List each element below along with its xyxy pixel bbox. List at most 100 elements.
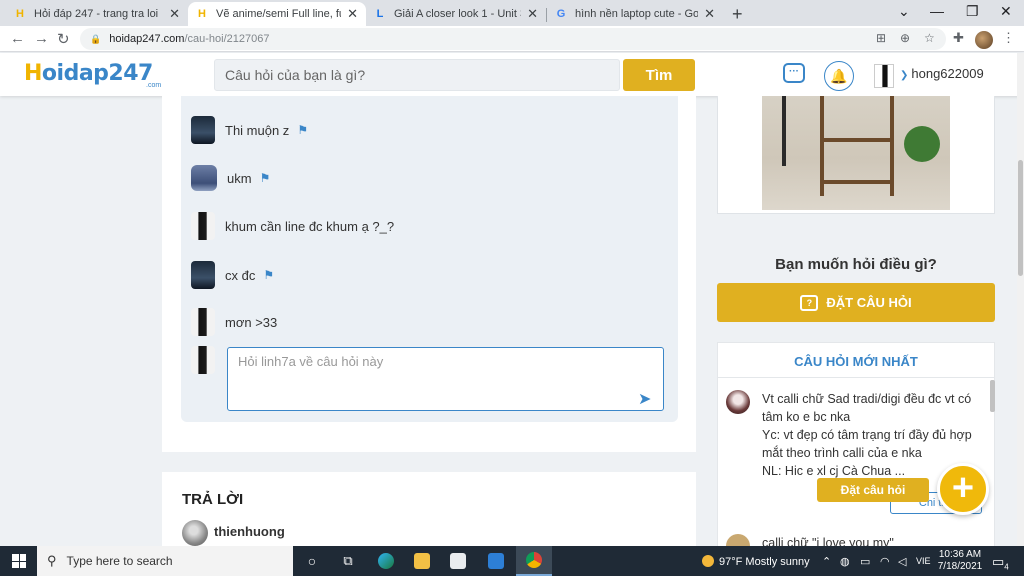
zoom-icon[interactable]: ⊕ [900, 31, 910, 45]
comment-item: Thi muộn z ⚑ [191, 116, 308, 144]
ask-button-label: ĐẶT CÂU HỎI [826, 295, 912, 310]
floating-ask-label[interactable]: Đặt câu hỏi [817, 478, 929, 502]
taskbar-search-box[interactable]: ⚲ Type here to search [37, 546, 293, 576]
network-icon[interactable]: ◍ [840, 555, 850, 568]
commenter-avatar[interactable] [191, 165, 217, 191]
notification-bell-icon[interactable]: 🔔 [824, 61, 854, 91]
edge-icon[interactable] [368, 546, 404, 576]
bookmark-star-icon[interactable]: ☆ [924, 31, 935, 45]
windows-start-icon[interactable] [12, 554, 26, 568]
commenter-avatar[interactable] [191, 116, 215, 144]
close-tab-icon[interactable]: ✕ [347, 6, 358, 22]
profile-avatar[interactable] [975, 31, 993, 49]
user-menu[interactable]: ❯ hong622009 [900, 66, 984, 81]
chat-icon[interactable]: ··· [783, 63, 805, 83]
weather-text: 97°F Mostly sunny [719, 556, 810, 568]
notification-count: 4 [1004, 562, 1009, 572]
chrome-icon[interactable] [516, 546, 552, 576]
comment-text: Thi muộn z [225, 122, 290, 138]
ad-rack [782, 96, 786, 166]
forward-icon[interactable]: → [34, 30, 49, 47]
latest-questions-heading: CÂU HỎI MỚI NHẤT [794, 354, 918, 369]
user-avatar[interactable] [874, 64, 894, 88]
question-line: mắt theo trình calli của e nka [762, 446, 922, 460]
google-favicon-icon: G [556, 8, 566, 20]
tab-title: Vẽ anime/semi Full line, full màu [216, 8, 341, 20]
page-scrollbar-thumb[interactable] [1018, 160, 1023, 276]
tray-chevron-icon[interactable]: ⌃ [822, 555, 831, 568]
question-search-input[interactable] [214, 59, 620, 91]
battery-icon[interactable]: ▭ [860, 555, 870, 568]
window-close-icon[interactable]: ✕ [1000, 3, 1012, 20]
file-explorer-icon[interactable] [404, 546, 440, 576]
translate-icon[interactable]: ⊞ [876, 31, 886, 45]
my-comment-avatar-row [191, 346, 225, 374]
extensions-icon[interactable]: ✚ [953, 30, 964, 46]
site-logo[interactable]: Hoidap247 [24, 61, 153, 86]
reload-icon[interactable]: ↻ [57, 30, 70, 48]
hoidap-favicon-icon: H [198, 8, 206, 20]
comment-text: mơn >33 [225, 314, 278, 330]
loigiai-favicon-icon: L [376, 8, 384, 20]
close-tab-icon[interactable]: ✕ [527, 6, 538, 22]
restore-icon[interactable]: ❐ [966, 3, 979, 20]
search-icon: ⚲ [47, 553, 57, 568]
browser-tab-active[interactable]: H Vẽ anime/semi Full line, full màu ✕ [188, 2, 366, 26]
comment-text: khum cần line đc khum ạ ?_? [225, 218, 395, 234]
page-scrollbar[interactable] [1017, 53, 1024, 546]
clock-date: 7/18/2021 [937, 561, 983, 572]
url-host: hoidap247.com [109, 33, 185, 45]
floating-plus-button[interactable]: + [937, 463, 989, 515]
report-flag-icon[interactable]: ⚑ [260, 171, 271, 185]
my-avatar [191, 346, 215, 374]
question-author-avatar[interactable] [726, 390, 750, 414]
browser-tab[interactable]: G hình nền laptop cute - Google Tì ✕ [547, 2, 723, 26]
close-tab-icon[interactable]: ✕ [704, 6, 715, 22]
task-view-icon[interactable]: ⧉ [330, 546, 366, 576]
search-button[interactable]: Tìm [623, 59, 695, 91]
report-flag-icon[interactable]: ⚑ [263, 268, 274, 282]
language-indicator[interactable]: VIE [916, 556, 931, 566]
notification-center-icon[interactable]: ▭4 [992, 554, 1009, 572]
minimize-icon[interactable]: — [930, 3, 944, 19]
latest-questions-scrollbar[interactable] [990, 380, 995, 412]
comment-input[interactable] [227, 347, 664, 411]
chrome-menu-icon[interactable]: ⋮ [1002, 30, 1015, 46]
report-flag-icon[interactable]: ⚑ [297, 123, 308, 137]
question-icon: ? [800, 294, 819, 311]
ad-image[interactable] [762, 96, 950, 210]
weather-widget[interactable]: 97°F Mostly sunny [702, 555, 810, 568]
commenter-avatar[interactable] [191, 308, 215, 336]
question-line: tâm ko e bc nka [762, 410, 851, 424]
tab-title: Hỏi đáp 247 - trang tra loi [34, 8, 159, 20]
commenter-avatar[interactable] [191, 212, 215, 240]
ask-question-button[interactable]: ? ĐẶT CÂU HỎI [717, 283, 995, 322]
answers-heading: TRẢ LỜI [182, 491, 244, 508]
browser-tab[interactable]: L Giải A closer look 1 - Unit 3 SGK ✕ [366, 2, 546, 26]
volume-icon[interactable]: ◁ [898, 555, 906, 568]
back-icon[interactable]: ← [10, 30, 25, 47]
tab-title: Giải A closer look 1 - Unit 3 SGK [394, 8, 521, 20]
tab-title: hình nền laptop cute - Google Tì [575, 8, 699, 20]
ad-shelf-board [820, 138, 894, 142]
address-bar[interactable]: 🔒 hoidap247.com/cau-hoi/2127067 [80, 28, 946, 50]
clock[interactable]: 10:36 AM 7/18/2021 [935, 549, 985, 573]
comment-item: mơn >33 [191, 308, 277, 336]
tab-search-icon[interactable]: ⌄ [898, 3, 910, 20]
divider [717, 377, 995, 378]
store-icon[interactable] [440, 546, 476, 576]
commenter-avatar[interactable] [191, 261, 215, 289]
answer-user-avatar[interactable] [182, 520, 208, 546]
browser-tabstrip: H Hỏi đáp 247 - trang tra loi ✕ H Vẽ ani… [0, 0, 1024, 26]
wifi-icon[interactable]: ◠ [880, 555, 890, 568]
new-tab-icon[interactable]: + [732, 4, 743, 25]
comment-text: cx đc [225, 267, 256, 283]
send-icon[interactable]: ➤ [638, 389, 651, 409]
browser-tab[interactable]: H Hỏi đáp 247 - trang tra loi ✕ [6, 2, 188, 26]
logo-text: Hoidap247 [24, 61, 153, 86]
cortana-icon[interactable]: ○ [294, 546, 330, 576]
mail-icon[interactable] [478, 546, 514, 576]
logo-suffix: .com [146, 82, 162, 89]
close-tab-icon[interactable]: ✕ [169, 6, 180, 22]
answer-username[interactable]: thienhuong [214, 524, 285, 539]
